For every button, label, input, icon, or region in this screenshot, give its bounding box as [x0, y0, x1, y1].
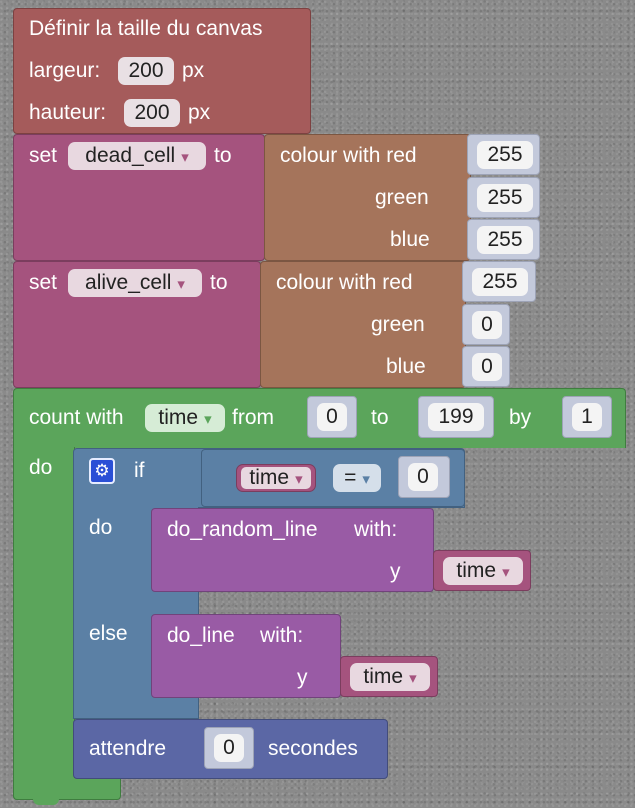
- colour-rgb-block-dead[interactable]: colour with red green blue: [264, 134, 471, 261]
- dropdown-arrow-icon: ▾: [204, 411, 212, 428]
- call-do-random-line-block[interactable]: do_random_line with: y: [151, 508, 434, 592]
- variable-pill: time ▾: [241, 467, 311, 489]
- number-block-red-dead[interactable]: 255: [467, 134, 540, 175]
- dropdown-arrow-icon: ▾: [177, 276, 185, 293]
- set-label: set: [29, 271, 58, 294]
- if-else-block[interactable]: ⚙ if time ▾ = ▾ 0: [73, 448, 465, 508]
- count-with-label: count with: [29, 406, 124, 429]
- number-block-red-alive[interactable]: 255: [462, 261, 536, 302]
- height-label: hauteur:: [29, 101, 107, 124]
- set-dead-cell-block[interactable]: set dead_cell ▾ to: [13, 134, 265, 261]
- operator-dropdown[interactable]: = ▾: [333, 464, 381, 492]
- green-value-field[interactable]: 255: [477, 184, 533, 212]
- count-loop-body-arm: do: [13, 447, 75, 800]
- gear-icon[interactable]: ⚙: [89, 458, 115, 484]
- variable-name: time: [158, 406, 199, 429]
- to-value-field[interactable]: 199: [428, 403, 484, 431]
- compare-block[interactable]: time ▾ = ▾ 0: [201, 449, 465, 507]
- count-loop-footer: [13, 778, 121, 800]
- variable-getter-time[interactable]: time ▾: [433, 550, 531, 591]
- number-block-blue-dead[interactable]: 255: [467, 219, 540, 260]
- width-label: largeur:: [29, 59, 101, 82]
- red-value-field[interactable]: 255: [472, 268, 528, 296]
- variable-name: time: [456, 559, 497, 582]
- param-label: y: [390, 560, 401, 583]
- by-label: by: [509, 406, 532, 429]
- colour-rgb-block-alive[interactable]: colour with red green blue: [260, 261, 466, 388]
- number-block-compare[interactable]: 0: [398, 456, 450, 498]
- compare-value-field[interactable]: 0: [408, 463, 438, 491]
- procedure-name: do_random_line: [167, 518, 318, 541]
- height-unit: px: [188, 101, 211, 124]
- canvas-size-block[interactable]: Définir la taille du canvas largeur: 200…: [13, 8, 311, 144]
- seconds-label: secondes: [268, 737, 358, 760]
- height-value-field[interactable]: 200: [124, 99, 180, 127]
- number-block-by[interactable]: 1: [562, 396, 612, 438]
- procedure-name: do_line: [167, 624, 235, 647]
- call-do-line-block[interactable]: do_line with: y: [151, 614, 341, 698]
- blue-value-field[interactable]: 255: [477, 226, 533, 254]
- variable-getter-time[interactable]: time ▾: [340, 656, 438, 697]
- number-block-blue-alive[interactable]: 0: [462, 346, 510, 387]
- number-block-green-dead[interactable]: 255: [467, 177, 540, 218]
- dropdown-arrow-icon: ▾: [181, 149, 189, 166]
- from-label: from: [232, 406, 274, 429]
- to-label: to: [214, 144, 232, 167]
- red-value-field[interactable]: 255: [477, 141, 533, 169]
- blue-value-field[interactable]: 0: [472, 353, 502, 381]
- dropdown-arrow-icon: ▾: [409, 670, 417, 687]
- green-label: green: [375, 186, 429, 209]
- operator-symbol: =: [344, 466, 357, 489]
- set-alive-cell-block[interactable]: set alive_cell ▾ to: [13, 261, 261, 388]
- wait-label: attendre: [89, 737, 167, 760]
- to-label: to: [371, 406, 389, 429]
- to-label: to: [210, 271, 228, 294]
- set-label: set: [29, 144, 58, 167]
- count-loop-header[interactable]: count with time ▾ from 0 to 199 by 1: [13, 388, 626, 448]
- loop-do-label: do: [29, 456, 53, 479]
- by-value-field[interactable]: 1: [572, 403, 602, 431]
- if-label: if: [134, 459, 145, 482]
- wait-block[interactable]: attendre 0 secondes: [73, 719, 388, 779]
- colour-with-red-label: colour with red: [280, 144, 417, 167]
- param-label: y: [297, 666, 308, 689]
- from-value-field[interactable]: 0: [317, 403, 347, 431]
- variable-name: time: [363, 665, 404, 688]
- number-block-green-alive[interactable]: 0: [462, 304, 510, 345]
- with-label: with:: [354, 518, 398, 541]
- dropdown-arrow-icon: ▾: [502, 564, 510, 581]
- green-value-field[interactable]: 0: [472, 311, 502, 339]
- width-unit: px: [182, 59, 205, 82]
- variable-name: dead_cell: [85, 144, 176, 167]
- dropdown-arrow-icon: ▾: [362, 471, 370, 488]
- block-notch: [33, 799, 59, 805]
- variable-dropdown-alive-cell[interactable]: alive_cell ▾: [68, 269, 202, 297]
- blue-label: blue: [390, 228, 430, 251]
- with-label: with:: [260, 624, 304, 647]
- variable-name: alive_cell: [85, 271, 172, 294]
- width-value-field[interactable]: 200: [118, 57, 174, 85]
- number-block-to[interactable]: 199: [418, 396, 494, 438]
- else-label: else: [89, 622, 128, 645]
- wait-value-field[interactable]: 0: [214, 734, 244, 762]
- dropdown-arrow-icon: ▾: [295, 471, 303, 488]
- if-do-label: do: [89, 516, 113, 539]
- colour-with-red-label: colour with red: [276, 271, 413, 294]
- green-label: green: [371, 313, 425, 336]
- loop-variable-dropdown[interactable]: time ▾: [145, 404, 225, 432]
- variable-dropdown[interactable]: time ▾: [443, 557, 523, 585]
- variable-name: time: [249, 466, 290, 489]
- number-block-from[interactable]: 0: [307, 396, 357, 438]
- variable-dropdown[interactable]: time ▾: [350, 663, 430, 691]
- variable-dropdown-dead-cell[interactable]: dead_cell ▾: [68, 142, 206, 170]
- compare-variable-dropdown[interactable]: time ▾: [236, 464, 316, 492]
- canvas-block-title: Définir la taille du canvas: [29, 17, 263, 40]
- blue-label: blue: [386, 355, 426, 378]
- number-block-wait[interactable]: 0: [204, 727, 254, 769]
